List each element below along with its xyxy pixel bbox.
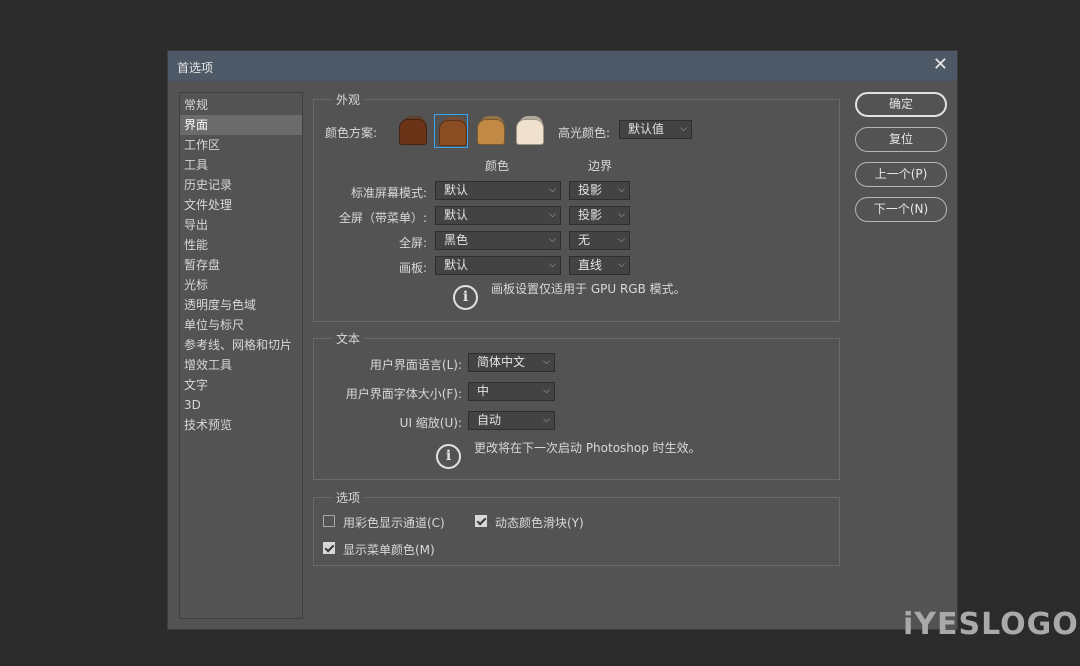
chevron-down-icon: ⌵ <box>618 260 625 270</box>
column-header-color: 颜色 <box>485 159 510 173</box>
screen-border-select[interactable]: 投影 ⌵ <box>569 181 630 200</box>
show-channels-color-label[interactable]: 用彩色显示通道(C) <box>343 514 445 531</box>
chevron-down-icon: ⌵ <box>680 124 687 134</box>
screen-color-value: 黑色 <box>444 233 469 247</box>
ui-font-size-value: 中 <box>477 384 490 398</box>
show-menu-colors-label[interactable]: 显示菜单颜色(M) <box>343 541 435 558</box>
title-bar: 首选项 ✕ <box>168 51 957 81</box>
chevron-down-icon: ⌵ <box>549 185 556 195</box>
sidebar-item[interactable]: 增效工具 <box>180 355 302 375</box>
highlight-color-value: 默认值 <box>628 122 665 136</box>
text-group-label: 文本 <box>331 330 366 347</box>
chevron-down-icon: ⌵ <box>543 357 550 367</box>
ui-scaling-select[interactable]: 自动 ⌵ <box>468 411 555 430</box>
screen-color-select[interactable]: 默认 ⌵ <box>435 181 561 200</box>
sidebar-item[interactable]: 导出 <box>180 215 302 235</box>
screen-color-select[interactable]: 黑色 ⌵ <box>435 231 561 250</box>
screen-border-value: 直线 <box>578 258 603 272</box>
chevron-down-icon: ⌵ <box>549 235 556 245</box>
sidebar-item[interactable]: 参考线、网格和切片 <box>180 335 302 355</box>
appearance-group: 外观 颜色方案: 高光颜色: 默认值 ⌵ 颜色 边界 标准屏幕模式: 默认 ⌵ 投影 ⌵… <box>313 91 840 322</box>
dynamic-sliders-checkbox[interactable] <box>475 515 487 527</box>
sidebar-item[interactable]: 文字 <box>180 375 302 395</box>
chevron-down-icon: ⌵ <box>618 210 625 220</box>
chevron-down-icon: ⌵ <box>618 185 625 195</box>
ui-language-value: 简体中文 <box>477 355 526 369</box>
sidebar-item[interactable]: 常规 <box>180 95 302 115</box>
sidebar-item[interactable]: 暂存盘 <box>180 255 302 275</box>
previous-button[interactable]: 上一个(P) <box>855 162 947 187</box>
restart-info-text: 更改将在下一次启动 Photoshop 时生效。 <box>474 441 701 455</box>
bread-slice-icon <box>439 120 467 146</box>
dialog-title: 首选项 <box>177 61 214 75</box>
show-channels-color-checkbox[interactable] <box>323 515 335 527</box>
screen-mode-label: 标准屏幕模式: <box>350 186 427 200</box>
chevron-down-icon: ⌵ <box>543 386 550 396</box>
color-scheme-label: 颜色方案: <box>325 126 378 140</box>
sidebar-item[interactable]: 工具 <box>180 155 302 175</box>
ui-language-label: 用户界面语言(L): <box>369 358 462 372</box>
screen-color-value: 默认 <box>444 183 469 197</box>
ok-button[interactable]: 确定 <box>855 92 947 117</box>
show-menu-colors-checkbox[interactable] <box>323 542 335 554</box>
chevron-down-icon: ⌵ <box>549 210 556 220</box>
options-group-label: 选项 <box>331 489 366 506</box>
chevron-down-icon: ⌵ <box>549 260 556 270</box>
reset-button[interactable]: 复位 <box>855 127 947 152</box>
sidebar-item[interactable]: 工作区 <box>180 135 302 155</box>
screen-color-select[interactable]: 默认 ⌵ <box>435 256 561 275</box>
ui-font-size-select[interactable]: 中 ⌵ <box>468 382 555 401</box>
screen-mode-label: 全屏: <box>398 236 427 250</box>
screen-color-select[interactable]: 默认 ⌵ <box>435 206 561 225</box>
dynamic-sliders-label[interactable]: 动态颜色滑块(Y) <box>495 514 584 531</box>
chevron-down-icon: ⌵ <box>543 415 550 425</box>
chevron-down-icon: ⌵ <box>618 235 625 245</box>
sidebar-item[interactable]: 历史记录 <box>180 175 302 195</box>
screen-color-value: 默认 <box>444 208 469 222</box>
ui-scaling-label: UI 缩放(U): <box>399 416 462 430</box>
color-scheme-swatch[interactable] <box>512 114 546 148</box>
artboard-info-text: 画板设置仅适用于 GPU RGB 模式。 <box>491 282 686 296</box>
screen-color-value: 默认 <box>444 258 469 272</box>
sidebar-item[interactable]: 技术预览 <box>180 415 302 435</box>
screen-border-select[interactable]: 无 ⌵ <box>569 231 630 250</box>
highlight-color-label: 高光颜色: <box>558 126 611 140</box>
appearance-group-label: 外观 <box>331 91 366 108</box>
bread-slice-icon <box>399 119 427 145</box>
screen-border-select[interactable]: 投影 ⌵ <box>569 206 630 225</box>
text-group: 文本 用户界面语言(L): 简体中文 ⌵ 用户界面字体大小(F): 中 ⌵ UI… <box>313 330 840 480</box>
screen-mode-label: 全屏（带菜单）: <box>338 211 427 225</box>
info-icon: i <box>436 444 461 469</box>
sidebar-item[interactable]: 文件处理 <box>180 195 302 215</box>
screen-border-select[interactable]: 直线 ⌵ <box>569 256 630 275</box>
color-scheme-swatch[interactable] <box>473 114 507 148</box>
column-header-border: 边界 <box>588 159 613 173</box>
sidebar-item[interactable]: 光标 <box>180 275 302 295</box>
highlight-color-select[interactable]: 默认值 ⌵ <box>619 120 692 139</box>
sidebar-item[interactable]: 透明度与色域 <box>180 295 302 315</box>
sidebar-item[interactable]: 界面 <box>180 115 302 135</box>
close-icon[interactable]: ✕ <box>933 55 948 75</box>
sidebar-item[interactable]: 3D <box>180 395 302 415</box>
color-scheme-swatch[interactable] <box>395 114 429 148</box>
ui-language-select[interactable]: 简体中文 ⌵ <box>468 353 555 372</box>
screen-mode-label: 画板: <box>398 261 427 275</box>
preferences-dialog: 首选项 ✕ 常规 界面 工作区 工具 历史记录 文件处理 导出 性能 暂存盘 光标 透明度与色域 单位… <box>167 50 958 630</box>
info-icon: i <box>453 285 478 310</box>
sidebar-item[interactable]: 性能 <box>180 235 302 255</box>
watermark-logo: iYESLOGO <box>903 607 1079 642</box>
next-button[interactable]: 下一个(N) <box>855 197 947 222</box>
options-group: 选项 用彩色显示通道(C) 动态颜色滑块(Y) 显示菜单颜色(M) <box>313 489 840 566</box>
color-scheme-swatch[interactable] <box>434 114 468 148</box>
bread-slice-icon <box>477 119 505 145</box>
preferences-sidebar: 常规 界面 工作区 工具 历史记录 文件处理 导出 性能 暂存盘 光标 透明度与色域 单位与标尺 参考线… <box>179 92 303 619</box>
bread-slice-icon <box>516 119 544 145</box>
screen-border-value: 投影 <box>578 183 603 197</box>
ui-scaling-value: 自动 <box>477 413 502 427</box>
ui-font-size-label: 用户界面字体大小(F): <box>345 387 462 401</box>
sidebar-item[interactable]: 单位与标尺 <box>180 315 302 335</box>
screen-border-value: 投影 <box>578 208 603 222</box>
screen-border-value: 无 <box>578 233 591 247</box>
